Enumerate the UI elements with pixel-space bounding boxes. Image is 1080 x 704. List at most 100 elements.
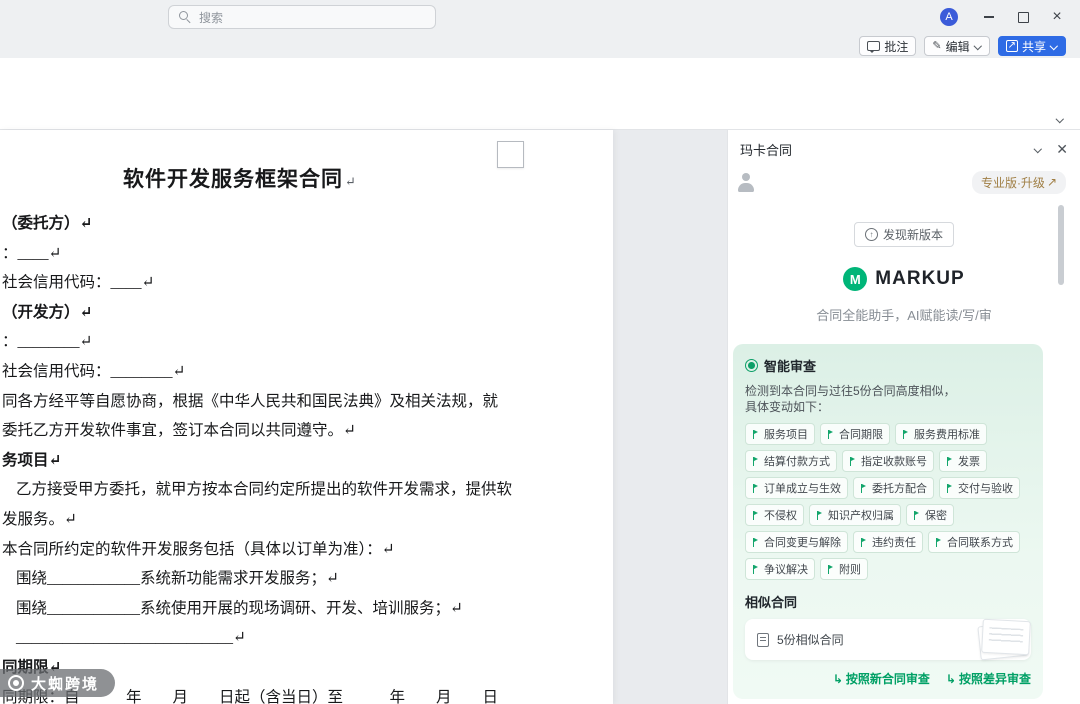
flag-icon	[935, 537, 943, 547]
upgrade-arrow-icon: ↗	[1046, 175, 1057, 189]
close-button[interactable]: ×	[1040, 0, 1074, 34]
document-line: 社会信用代码：____↵	[2, 274, 155, 292]
flag-icon	[860, 537, 868, 547]
document-line: ：________↵	[2, 333, 93, 351]
change-tag[interactable]: 知识产权归属	[809, 504, 901, 526]
edit-button[interactable]: ✎ 编辑	[924, 36, 990, 56]
close-icon: ×	[1052, 8, 1062, 25]
change-tag[interactable]: 合同变更与解除	[745, 531, 848, 553]
ribbon-collapse-icon[interactable]	[1056, 115, 1064, 123]
similar-contracts-label: 5份相似合同	[777, 633, 844, 647]
change-tag[interactable]: 委托方配合	[853, 477, 934, 499]
flag-icon	[816, 510, 824, 520]
maximize-icon	[1017, 11, 1029, 23]
branch-arrow-icon: ↳	[945, 671, 956, 686]
brand-name: MARKUP	[875, 268, 965, 289]
document-line: 发服务。↵	[2, 510, 77, 528]
comment-button[interactable]: 批注	[859, 36, 917, 56]
change-tag[interactable]: 争议解决	[745, 558, 815, 580]
panel-close-icon[interactable]: ✕	[1056, 142, 1068, 156]
change-tag[interactable]: 服务费用标准	[895, 423, 987, 445]
flag-icon	[946, 483, 954, 493]
branch-arrow-icon: ↳	[832, 671, 843, 686]
change-tag[interactable]: 发票	[939, 450, 987, 472]
watermark-logo-icon	[8, 675, 24, 691]
change-tag[interactable]: 交付与验收	[939, 477, 1020, 499]
document-body: （委托方）↵ ：____↵ 社会信用代码：____↵ （开发方）↵ ：________↵…	[0, 209, 613, 704]
change-tag[interactable]: 结算付款方式	[745, 450, 837, 472]
change-tag[interactable]: 不侵权	[745, 504, 804, 526]
selection-anchor-box	[497, 141, 524, 168]
workspace: 软件开发服务框架合同 ↵ （委托方）↵ ：____↵ 社会信用代码：____↵ （开发方…	[0, 130, 1080, 704]
panel-collapse-icon[interactable]	[1034, 145, 1042, 153]
assistant-panel: 玛卡合同 ✕ 专业版·升级↗ 发现新版本 M MARKUP 合同全能助手，AI赋…	[727, 130, 1080, 704]
flag-icon	[827, 429, 835, 439]
change-tag[interactable]: 服务项目	[745, 423, 815, 445]
brand-slogan: 合同全能助手，AI赋能读/写/审	[816, 308, 992, 323]
share-icon: ↗	[1005, 40, 1018, 52]
chevron-down-icon	[1050, 42, 1058, 50]
pro-badge-label: 专业版·升级	[980, 175, 1045, 190]
similar-contracts-title: 相似合同	[745, 595, 798, 610]
change-tag[interactable]: 合同期限	[820, 423, 890, 445]
minimize-button[interactable]	[972, 0, 1006, 34]
smart-review-icon	[745, 359, 758, 372]
review-as-new-link[interactable]: ↳ 按照新合同审查	[833, 670, 930, 687]
titlebar: 搜索 A ×	[0, 0, 1080, 34]
share-button[interactable]: ↗ 共享	[997, 36, 1066, 56]
flag-icon	[849, 456, 857, 466]
watermark-text: 大蜘跨境	[31, 675, 100, 693]
change-tag[interactable]: 合同联系方式	[928, 531, 1020, 553]
review-by-diff-link[interactable]: ↳ 按照差异审查	[946, 670, 1031, 687]
change-tag[interactable]: 订单成立与生效	[745, 477, 848, 499]
watermark: 大蜘跨境	[0, 669, 116, 697]
document-line: ：____↵	[2, 244, 62, 262]
account-row: 专业版·升级 ↗	[728, 164, 1080, 194]
pro-upgrade-badge[interactable]: 专业版·升级 ↗	[971, 170, 1066, 194]
document-line: 乙方接受甲方委托，就甲方按本合同约定所提出的软件开发需求，提供软	[16, 481, 513, 499]
flag-icon	[752, 564, 760, 574]
document-title: 软件开发服务框架合同 ↵	[123, 167, 357, 191]
flag-icon	[860, 483, 868, 493]
search-input[interactable]: 搜索	[168, 5, 436, 29]
flag-icon	[946, 456, 954, 466]
panel-header: 玛卡合同 ✕	[728, 134, 1080, 164]
change-tag[interactable]: 保密	[906, 504, 954, 526]
document-line: （开发方）↵	[2, 303, 93, 321]
flag-icon	[752, 456, 760, 466]
minimize-icon	[984, 16, 994, 18]
change-tag[interactable]: 指定收款账号	[842, 450, 934, 472]
user-silhouette-icon[interactable]	[734, 170, 758, 194]
document-line: 同各方经平等自愿协商，根据《中华人民共和国民法典》及相关法规，就	[2, 392, 499, 410]
user-avatar[interactable]: A	[940, 8, 958, 26]
new-version-label: 发现新版本	[882, 228, 943, 242]
update-icon	[864, 228, 878, 241]
change-tag[interactable]: 附则	[820, 558, 868, 580]
edit-label: 编辑	[945, 39, 970, 54]
new-version-button[interactable]: 发现新版本	[853, 222, 954, 247]
change-tags: 服务项目 合同期限 服务费用标准结算付款方式 指定收款账号 发票订单成立与生效 委托方配合…	[745, 423, 1031, 580]
document-line: （委托方）↵	[2, 215, 93, 232]
paragraph-mark: ↵	[345, 174, 357, 189]
flag-icon	[913, 510, 921, 520]
document-line: 委托乙方开发软件事宜，签订本合同以共同遵守。↵	[2, 422, 356, 440]
smart-review-panel: 智能审查 检测到本合同与过往5份合同高度相似， 具体变动如下： 服务项目 合同期限…	[733, 344, 1043, 699]
document-line: 围绕____________系统使用开展的现场调研、开发、培训服务；↵	[16, 599, 463, 617]
panel-scrollbar[interactable]	[1058, 205, 1064, 285]
search-icon	[179, 11, 191, 23]
document-page[interactable]: 软件开发服务框架合同 ↵ （委托方）↵ ：____↵ 社会信用代码：____↵ （开发方…	[0, 130, 613, 704]
flag-icon	[752, 537, 760, 547]
brand-row: M MARKUP	[728, 267, 1080, 291]
document-line: 本合同所约定的软件开发服务包括（具体以订单为准）：↵	[2, 540, 395, 558]
flag-icon	[902, 429, 910, 439]
paper-stack-illustration	[971, 616, 1031, 662]
similar-contracts-card[interactable]: 5份相似合同	[745, 616, 1031, 662]
new-version-row: 发现新版本	[728, 222, 1080, 247]
comment-label: 批注	[884, 39, 909, 54]
flag-icon	[827, 564, 835, 574]
flag-icon	[752, 483, 760, 493]
maximize-button[interactable]	[1006, 0, 1040, 34]
change-tag[interactable]: 违约责任	[853, 531, 923, 553]
share-label: 共享	[1021, 39, 1046, 54]
quick-toolbar: 批注 ✎ 编辑 ↗ 共享	[0, 34, 1080, 58]
